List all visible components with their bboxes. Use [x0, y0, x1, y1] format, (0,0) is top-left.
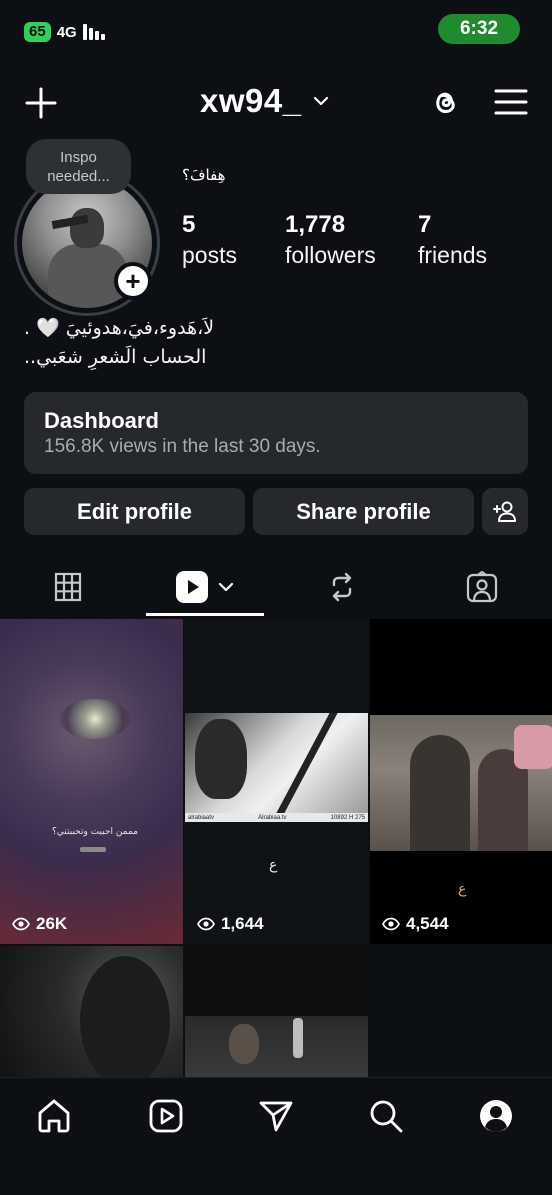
bio-line: لاَ،هَدوء،فيَ،هدوئييَ 🤍 . [24, 317, 215, 339]
profile-avatar-icon [480, 1100, 512, 1132]
profile-header: xw94_ [0, 78, 552, 128]
chevron-down-icon [313, 96, 328, 106]
reel-logo [514, 725, 552, 769]
battery-level: 65 [29, 23, 46, 40]
network-type: 4G [56, 23, 77, 41]
stat-label: friends [418, 242, 488, 268]
stat-label: followers [285, 242, 376, 268]
view-count: 1,644 [221, 914, 264, 933]
nav-home[interactable] [34, 1096, 74, 1136]
repost-icon [332, 572, 352, 602]
tab-tagged[interactable] [452, 556, 512, 618]
reel-hand [293, 1018, 303, 1058]
chevron-down-icon [218, 582, 234, 592]
view-count: 4,544 [406, 914, 449, 933]
stat-posts[interactable]: 5 posts [182, 210, 237, 270]
add-story-button[interactable]: + [114, 262, 152, 300]
reel-person [410, 735, 470, 851]
account-switcher[interactable]: xw94_ [200, 82, 330, 120]
home-icon [38, 1099, 70, 1133]
add-person-icon [493, 501, 516, 522]
edit-profile-button[interactable]: Edit profile [24, 488, 245, 535]
dashboard-title: Dashboard [44, 408, 159, 433]
share-profile-button[interactable]: Share profile [253, 488, 474, 535]
discover-people-button[interactable] [482, 488, 528, 535]
reel-frame [370, 715, 552, 851]
reels-icon [149, 1099, 183, 1133]
create-plus-icon[interactable] [24, 86, 58, 120]
note-line: Inspo [60, 148, 97, 166]
reel-frame [185, 1016, 368, 1077]
dashboard-card[interactable]: Dashboard 156.8K views in the last 30 da… [24, 392, 528, 474]
reel-caption: مممن احببت وتحببتني؟ [52, 827, 138, 837]
reel-thumbnail[interactable]: مممن احببت وتحببتني؟ 26K [0, 619, 183, 944]
stat-value: 7 [418, 211, 432, 238]
note-line: needed... [47, 167, 110, 185]
status-bar: 65 4G 6:32 [0, 0, 552, 62]
tab-grid[interactable] [38, 556, 98, 618]
reel-face [195, 719, 247, 799]
menu-icon[interactable] [494, 87, 528, 117]
tagged-person-icon [466, 571, 498, 603]
status-indicators: 65 4G [24, 22, 105, 42]
view-count: 26K [36, 914, 68, 933]
reel-views: 4,544 [382, 914, 449, 934]
nav-messages[interactable] [256, 1096, 296, 1136]
reel-caption: ع [269, 857, 278, 873]
nav-reels[interactable] [146, 1096, 186, 1136]
bottom-navigation [0, 1077, 552, 1195]
signal-icon [82, 24, 105, 40]
battery-indicator: 65 [24, 22, 51, 42]
active-tab-indicator [146, 613, 264, 616]
tab-reels[interactable] [146, 556, 264, 618]
nav-search[interactable] [366, 1096, 406, 1136]
note-bubble[interactable]: Inspo needed... [26, 139, 131, 194]
reel-caption-bar [80, 847, 106, 852]
reel-face [80, 956, 170, 1077]
eye-icon [197, 917, 215, 931]
nav-profile[interactable] [476, 1096, 516, 1136]
reel-caption: ع [458, 881, 467, 897]
threads-icon[interactable] [428, 85, 462, 119]
reel-thumbnail[interactable]: alrabiaatv Alrabiaa.tv 10892 H 275 ع 1,6… [185, 619, 368, 944]
send-icon [259, 1101, 293, 1132]
tab-reposts[interactable] [312, 556, 372, 618]
stat-friends[interactable]: 7 friends [418, 210, 487, 270]
stat-label: posts [182, 242, 237, 268]
reel-frame [185, 713, 368, 813]
status-time[interactable]: 6:32 [438, 14, 520, 44]
reel-face [229, 1024, 259, 1064]
username: xw94_ [200, 82, 302, 119]
stat-value: 1,778 [285, 211, 346, 238]
ticker-text: alrabiaatv [188, 814, 215, 821]
grid-icon [54, 572, 82, 602]
reels-grid: مممن احببت وتحببتني؟ 26K alrabiaatv Alra… [0, 619, 552, 1077]
ticker-text: Alrabiaa.tv [258, 814, 287, 821]
news-ticker: alrabiaatv Alrabiaa.tv 10892 H 275 [185, 813, 368, 822]
bio: لاَ،هَدوء،فيَ،هدوئييَ 🤍 . الحساب الَشعرِ… [24, 314, 324, 372]
reel-thumbnail[interactable] [185, 946, 368, 1077]
moon-shape [60, 699, 130, 739]
eye-icon [382, 917, 400, 931]
reel-thumbnail[interactable]: ع 4,544 [370, 619, 552, 944]
reel-views: 1,644 [197, 914, 264, 934]
search-icon [370, 1100, 403, 1133]
profile-tabs [0, 556, 552, 618]
dashboard-subtitle: 156.8K views in the last 30 days. [44, 436, 321, 457]
reel-frame-line [276, 713, 338, 813]
reel-thumbnail[interactable] [0, 946, 183, 1077]
display-name: هِفافَ؟ [182, 166, 226, 184]
reel-views: 26K [12, 914, 67, 934]
bio-line: الحساب الَشعرِ شعَبي.. [24, 346, 207, 368]
reels-icon [176, 571, 208, 603]
stat-followers[interactable]: 1,778 followers [285, 210, 376, 270]
stat-value: 5 [182, 211, 196, 238]
eye-icon [12, 917, 30, 931]
ticker-text: 10892 H 275 [330, 814, 365, 821]
